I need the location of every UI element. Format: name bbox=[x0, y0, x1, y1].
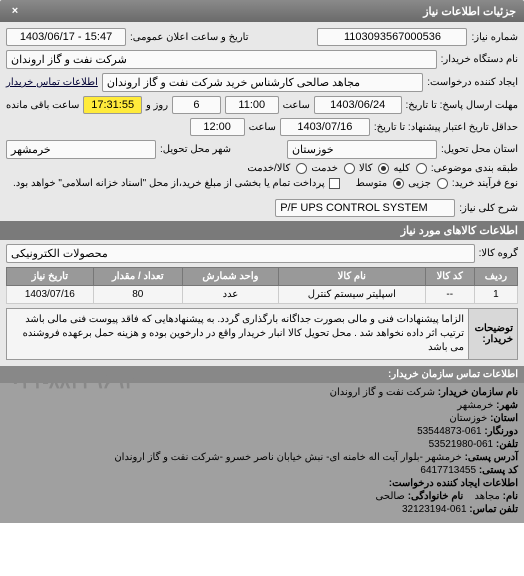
footer-province-label: استان: bbox=[490, 413, 518, 424]
process-label: نوع فرآیند خرید: bbox=[452, 178, 518, 189]
goods-group-label: گروه کالا: bbox=[479, 248, 518, 259]
goods-section-title: اطلاعات کالاهای مورد نیاز bbox=[0, 221, 524, 240]
deadline-label: مهلت ارسال پاسخ: تا تاریخ: bbox=[406, 100, 518, 111]
time-label-2: ساعت bbox=[249, 122, 276, 133]
treasury-checkbox[interactable] bbox=[329, 178, 340, 189]
cell-unit: عدد bbox=[182, 286, 278, 304]
validity-date-field[interactable]: 1403/07/16 bbox=[280, 118, 370, 136]
cat-service-radio[interactable] bbox=[344, 163, 355, 174]
org-name-label: نام سازمان خریدار: bbox=[438, 387, 518, 398]
remaining-label: ساعت باقی مانده bbox=[6, 100, 79, 111]
close-icon[interactable]: × bbox=[8, 4, 22, 18]
province-label: استان محل تحویل: bbox=[441, 144, 518, 155]
postal: 6417713455 bbox=[420, 465, 476, 476]
city-label: شهر محل تحویل: bbox=[160, 144, 231, 155]
cat-goods-label: کالا bbox=[359, 163, 373, 174]
validity-time-field[interactable]: 12:00 bbox=[190, 118, 245, 136]
th-date: تاریخ نیاز bbox=[7, 268, 94, 286]
time-label-1: ساعت bbox=[283, 100, 310, 111]
creator-info-label: اطلاعات ایجاد کننده درخواست: bbox=[389, 478, 518, 489]
contact-link[interactable]: اطلاعات تماس خریدار bbox=[6, 77, 98, 88]
table-row: 1 -- اسپلیتر سیستم کنترل عدد 80 1403/07/… bbox=[7, 286, 518, 304]
notes-box: توضیحات خریدار: الزاما پیشنهادات فنی و م… bbox=[6, 308, 518, 360]
org-name: شرکت نفت و گاز اروندان bbox=[330, 387, 435, 398]
address: خرمشهر -بلوار آیت اله خامنه ای- نبش خیاب… bbox=[114, 452, 461, 463]
buyer-org-label: نام دستگاه خریدار: bbox=[441, 54, 518, 65]
contact-phone: 061-32123194 bbox=[402, 504, 467, 515]
cat-goods-service-radio[interactable] bbox=[296, 163, 307, 174]
public-datetime-label: تاریخ و ساعت اعلان عمومی: bbox=[130, 32, 249, 43]
footer-title: اطلاعات تماس سازمان خریدار: ۰۲۱-۸۸۳۴۹۶۹۲ bbox=[0, 366, 524, 383]
notes-content: الزاما پیشنهادات فنی و مالی بصورت جداگان… bbox=[6, 308, 468, 360]
surname: صالحی bbox=[376, 491, 405, 502]
form-body: شماره نیاز: 1103093567000536 تاریخ و ساع… bbox=[0, 22, 524, 366]
deadline-date-field[interactable]: 1403/06/24 bbox=[314, 96, 402, 114]
th-idx: ردیف bbox=[474, 268, 517, 286]
title-label: شرح کلی نیاز: bbox=[459, 203, 518, 214]
validity-label: حداقل تاریخ اعتبار پیشنهاد: تا تاریخ: bbox=[374, 122, 518, 133]
proc-mid-label: متوسط bbox=[356, 178, 387, 189]
th-unit: واحد شمارش bbox=[182, 268, 278, 286]
creator-field[interactable]: مجاهد صالحی کارشناس خرید شرکت نفت و گاز … bbox=[102, 73, 423, 92]
proc-note: پرداخت تمام یا بخشی از مبلغ خرید،از محل … bbox=[13, 178, 325, 189]
footer: اطلاعات تماس سازمان خریدار: ۰۲۱-۸۸۳۴۹۶۹۲… bbox=[0, 366, 524, 523]
fax: 061-53544873 bbox=[417, 426, 482, 437]
days-label: روز و bbox=[146, 100, 168, 111]
surname-label: نام خانوادگی: bbox=[408, 491, 464, 502]
proc-mid-radio[interactable] bbox=[393, 178, 404, 189]
footer-province: خوزستان bbox=[449, 413, 487, 424]
cat-goods-service-label: کالا/خدمت bbox=[247, 163, 290, 174]
name: مجاهد bbox=[474, 491, 499, 502]
name-label: نام: bbox=[503, 491, 518, 502]
contact-phone-label: تلفن تماس: bbox=[469, 504, 518, 515]
city-field[interactable]: خرمشهر bbox=[6, 140, 156, 159]
cell-code: -- bbox=[425, 286, 474, 304]
phone: 061-53521980 bbox=[429, 439, 494, 450]
proc-low-label: جزیی bbox=[408, 178, 431, 189]
public-datetime-field[interactable]: 15:47 - 1403/06/17 bbox=[6, 28, 126, 46]
goods-table: ردیف کد کالا نام کالا واحد شمارش تعداد /… bbox=[6, 267, 518, 304]
cell-name: اسپلیتر سیستم کنترل bbox=[278, 286, 425, 304]
province-field[interactable]: خوزستان bbox=[287, 140, 437, 159]
window-header: جزئیات اطلاعات نیاز × bbox=[0, 0, 524, 22]
cat-goods-radio[interactable] bbox=[378, 163, 389, 174]
cat-service-label: خدمت bbox=[311, 163, 338, 174]
fax-label: دورنگار: bbox=[484, 426, 518, 437]
cell-date: 1403/07/16 bbox=[7, 286, 94, 304]
footer-city: خرمشهر bbox=[457, 400, 493, 411]
goods-group-field[interactable]: محصولات الکترونیکی bbox=[6, 244, 475, 263]
big-phone: ۰۲۱-۸۸۳۴۹۶۹۲ bbox=[10, 369, 135, 394]
proc-low-radio[interactable] bbox=[437, 178, 448, 189]
cat-all-radio[interactable] bbox=[416, 163, 427, 174]
phone-label: تلفن: bbox=[496, 439, 518, 450]
creator-label: ایجاد کننده درخواست: bbox=[427, 77, 518, 88]
category-label: طبقه بندی موضوعی: bbox=[431, 163, 518, 174]
cat-all-label: کلیه bbox=[393, 163, 409, 174]
deadline-time-field[interactable]: 11:00 bbox=[225, 96, 279, 114]
address-label: آدرس پستی: bbox=[465, 452, 518, 463]
footer-title-text: اطلاعات تماس سازمان خریدار: bbox=[388, 369, 518, 380]
title-field[interactable]: P/F UPS CONTROL SYSTEM bbox=[275, 199, 455, 217]
buyer-org-field[interactable]: شرکت نفت و گاز اروندان bbox=[6, 50, 437, 69]
th-name: نام کالا bbox=[278, 268, 425, 286]
footer-city-label: شهر: bbox=[496, 400, 518, 411]
cell-idx: 1 bbox=[474, 286, 517, 304]
th-code: کد کالا bbox=[425, 268, 474, 286]
notes-label: توضیحات خریدار: bbox=[468, 308, 518, 360]
cell-qty: 80 bbox=[93, 286, 182, 304]
remaining-time-field: 17:31:55 bbox=[83, 96, 142, 114]
request-no-label: شماره نیاز: bbox=[471, 32, 518, 43]
th-qty: تعداد / مقدار bbox=[93, 268, 182, 286]
days-field[interactable]: 6 bbox=[172, 96, 221, 114]
request-no-field[interactable]: 1103093567000536 bbox=[317, 28, 467, 46]
header-title: جزئیات اطلاعات نیاز bbox=[423, 5, 516, 18]
postal-label: کد پستی: bbox=[479, 465, 518, 476]
